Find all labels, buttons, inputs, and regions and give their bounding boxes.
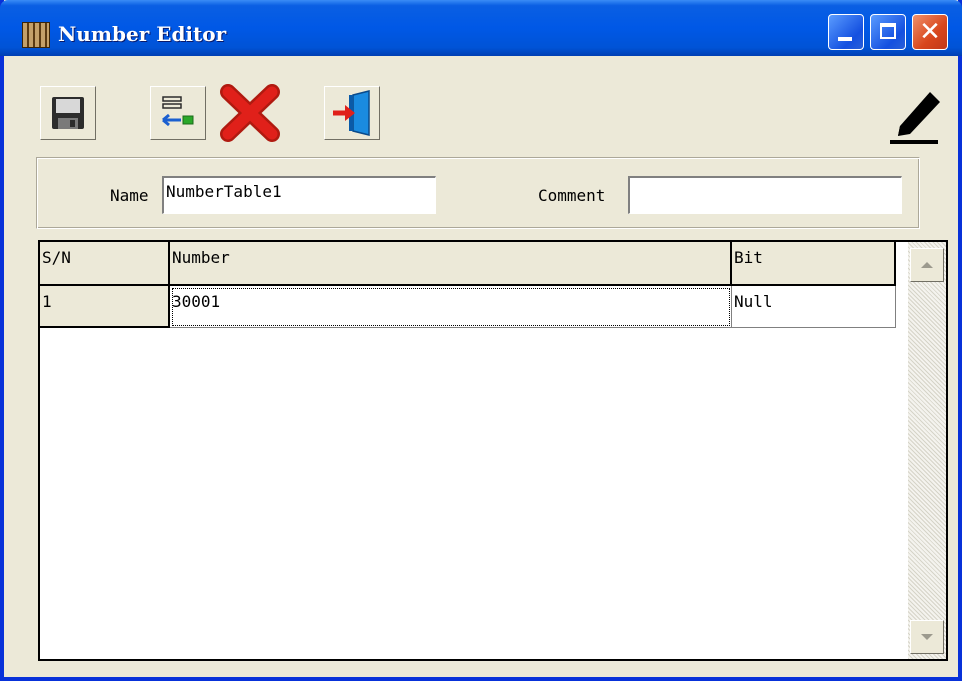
minimize-icon	[838, 37, 852, 41]
cell-number[interactable]: 30001	[170, 286, 732, 328]
maximize-button[interactable]	[870, 14, 906, 50]
arrow-up-icon	[921, 262, 933, 268]
app-grid-icon	[22, 22, 50, 48]
name-field[interactable]: NumberTable1	[162, 176, 436, 214]
row-header-sn[interactable]: 1	[40, 286, 170, 328]
scroll-up-button[interactable]	[910, 248, 944, 282]
exit-door-icon	[333, 90, 370, 136]
exit-button[interactable]	[324, 86, 380, 140]
close-button[interactable]: ✕	[912, 14, 948, 50]
column-header-bit[interactable]: Bit	[732, 242, 896, 286]
pencil-icon[interactable]	[886, 78, 948, 146]
column-header-number[interactable]: Number	[170, 242, 732, 286]
minimize-button[interactable]	[828, 14, 864, 50]
title-bar[interactable]: Number Editor ✕	[0, 0, 962, 56]
number-editor-window: Number Editor ✕ Name NumberTable1 Commen…	[0, 0, 962, 681]
comment-label: Comment	[538, 186, 606, 205]
scroll-down-button[interactable]	[910, 620, 944, 654]
close-icon: ✕	[919, 17, 941, 47]
save-icon	[52, 97, 84, 129]
number-table[interactable]: S/N Number Bit 1 30001 Null	[38, 240, 948, 661]
insert-row-button[interactable]	[150, 86, 206, 140]
comment-field[interactable]	[628, 176, 902, 214]
cell-bit[interactable]: Null	[732, 286, 896, 328]
vertical-scrollbar[interactable]	[908, 242, 946, 659]
column-header-sn[interactable]: S/N	[40, 242, 170, 286]
delete-button[interactable]	[218, 84, 282, 144]
insert-row-icon	[162, 96, 194, 127]
save-button[interactable]	[40, 86, 96, 140]
arrow-down-icon	[921, 634, 933, 640]
maximize-icon	[880, 23, 896, 39]
window-title: Number Editor	[58, 22, 227, 46]
name-label: Name	[110, 186, 149, 205]
